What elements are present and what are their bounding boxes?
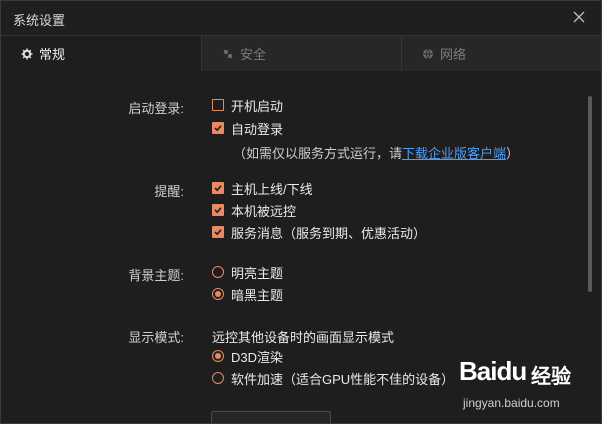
watermark-url: jingyan.baidu.com <box>463 396 560 410</box>
startup-label: 启动登录: <box>128 101 184 116</box>
option-label: 软件加速（适合GPU性能不佳的设备） <box>231 371 455 387</box>
watermark-brand: Baidu <box>459 356 527 386</box>
option-label: D3D渲染 <box>231 349 284 365</box>
software-accel-radio[interactable]: 软件加速（适合GPU性能不佳的设备） <box>212 368 454 388</box>
note-prefix: （如需仅以服务方式运行，请 <box>233 146 403 161</box>
host-online-checkbox[interactable]: 主机上线/下线 <box>212 178 313 198</box>
download-enterprise-link[interactable]: 下载企业版客户端 <box>402 146 506 161</box>
baidu-jingyan-watermark: Baidu 经验 jingyan.baidu.com <box>459 356 599 416</box>
option-label: 暗黑主题 <box>231 287 284 303</box>
checkbox-box <box>212 204 224 216</box>
option-label: 自动登录 <box>231 121 284 137</box>
radio-circle <box>212 372 224 384</box>
tab-general[interactable]: 常规 <box>1 36 201 71</box>
option-label: 本机被远控 <box>231 203 297 219</box>
tab-label: 常规 <box>39 47 66 62</box>
startup-on-boot-checkbox[interactable]: 开机启动 <box>212 95 283 115</box>
close-icon[interactable] <box>571 9 587 25</box>
scrollbar-thumb[interactable] <box>588 96 592 292</box>
tab-security[interactable]: 安全 <box>201 36 401 71</box>
baidu-logo: Baidu <box>459 356 527 387</box>
watermark-brand-cn: 经验 <box>531 366 571 388</box>
option-label: 开机启动 <box>231 98 284 114</box>
auto-login-checkbox[interactable]: 自动登录 <box>212 118 283 138</box>
option-label: 服务消息（服务到期、优惠活动） <box>231 225 427 241</box>
language-select[interactable] <box>211 411 331 423</box>
window-title: 系统设置 <box>13 13 66 28</box>
dark-theme-radio[interactable]: 暗黑主题 <box>212 284 283 304</box>
radio-circle <box>212 288 224 300</box>
option-label: 明亮主题 <box>231 265 284 281</box>
tab-network[interactable]: 网络 <box>401 36 601 71</box>
checkbox-box <box>212 99 224 111</box>
enterprise-note: （如需仅以服务方式运行，请下载企业版客户端） <box>233 143 519 162</box>
tab-label: 安全 <box>240 47 267 62</box>
checkbox-box <box>212 122 224 134</box>
display-mode-label: 显示模式: <box>128 330 184 345</box>
service-message-checkbox[interactable]: 服务消息（服务到期、优惠活动） <box>212 222 426 242</box>
gear-icon <box>21 48 33 60</box>
checkbox-box <box>212 182 224 194</box>
reminder-label: 提醒: <box>154 184 184 199</box>
shield-icon <box>222 48 234 60</box>
option-label: 主机上线/下线 <box>231 181 313 197</box>
tab-bar: 常规 安全 网络 <box>1 35 601 71</box>
light-theme-radio[interactable]: 明亮主题 <box>212 262 283 282</box>
d3d-render-radio[interactable]: D3D渲染 <box>212 346 283 366</box>
remote-controlled-checkbox[interactable]: 本机被远控 <box>212 200 296 220</box>
settings-window: 系统设置 常规 安全 网络 启动登录: 开机启动 自动登录 （如需仅以服务方式运… <box>0 0 602 424</box>
display-mode-description: 远控其他设备时的画面显示模式 <box>212 330 395 345</box>
theme-label: 背景主题: <box>128 268 184 283</box>
radio-circle <box>212 350 224 362</box>
globe-icon <box>422 48 434 60</box>
tab-label: 网络 <box>440 47 467 62</box>
checkbox-box <box>212 226 224 238</box>
radio-circle <box>212 266 224 278</box>
note-suffix: ） <box>506 146 520 161</box>
title-bar: 系统设置 <box>1 1 601 35</box>
